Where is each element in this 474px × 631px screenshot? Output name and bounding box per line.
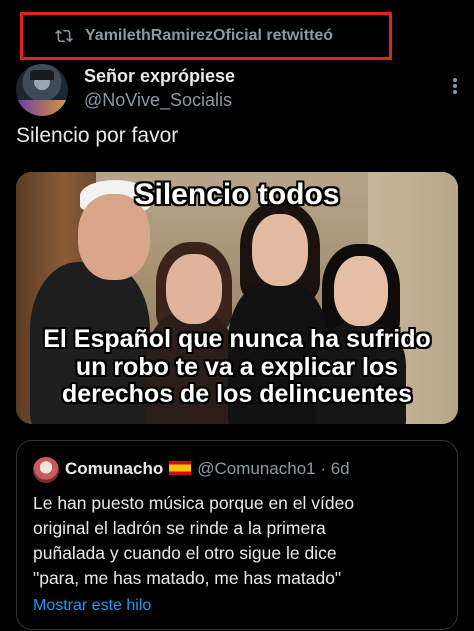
- meme-caption-line: un robo te va a explicar los: [75, 352, 399, 381]
- show-thread-link[interactable]: Mostrar este hilo: [33, 597, 151, 615]
- tweet-media-image[interactable]: Silencio todos El Español que nunca ha s…: [16, 172, 458, 424]
- retweet-icon: [55, 29, 73, 43]
- more-options-icon[interactable]: [452, 76, 458, 96]
- quoted-handle-time: @Comunacho1 · 6d: [197, 459, 350, 478]
- author-handle[interactable]: @NoVive_Socialis: [84, 90, 232, 111]
- quoted-display-name: Comunacho: [65, 459, 164, 478]
- tweet-author: Señor exprópiese @NoVive_Socialis: [16, 64, 458, 116]
- quoted-text-line: original el ladrón se rinde a la primera: [33, 518, 326, 538]
- tweet-text: Silencio por favor: [16, 124, 179, 147]
- meme-caption-line: derechos de los delincuentes: [61, 380, 413, 408]
- meme-top-caption: Silencio todos: [134, 178, 340, 211]
- quoted-text-line: "para, me has matado, me has matado": [33, 568, 342, 588]
- quoted-text-line: Le han puesto música porque en el vídeo: [33, 493, 355, 513]
- spain-flag-icon: [169, 461, 192, 475]
- quoted-tweet[interactable]: Comunacho @Comunacho1 · 6d Le han puesto …: [16, 440, 458, 630]
- quoted-text-line: puñalada y cuando el otro sigue le dice: [33, 543, 337, 563]
- meme-bottom-caption: El Español que nunca ha sufrido un robo …: [16, 325, 458, 409]
- avatar[interactable]: [16, 64, 68, 116]
- quoted-header: Comunacho @Comunacho1 · 6d: [65, 459, 350, 479]
- retweet-label: YamilethRamirezOficial retwitteó: [85, 27, 334, 44]
- quoted-avatar: [33, 457, 59, 483]
- meme-caption-line: El Español que nunca ha sufrido: [43, 325, 431, 353]
- quoted-text: Le han puesto música porque en el vídeo …: [33, 491, 443, 591]
- retweet-banner[interactable]: YamilethRamirezOficial retwitteó: [20, 12, 392, 60]
- author-display-name[interactable]: Señor exprópiese: [84, 66, 235, 87]
